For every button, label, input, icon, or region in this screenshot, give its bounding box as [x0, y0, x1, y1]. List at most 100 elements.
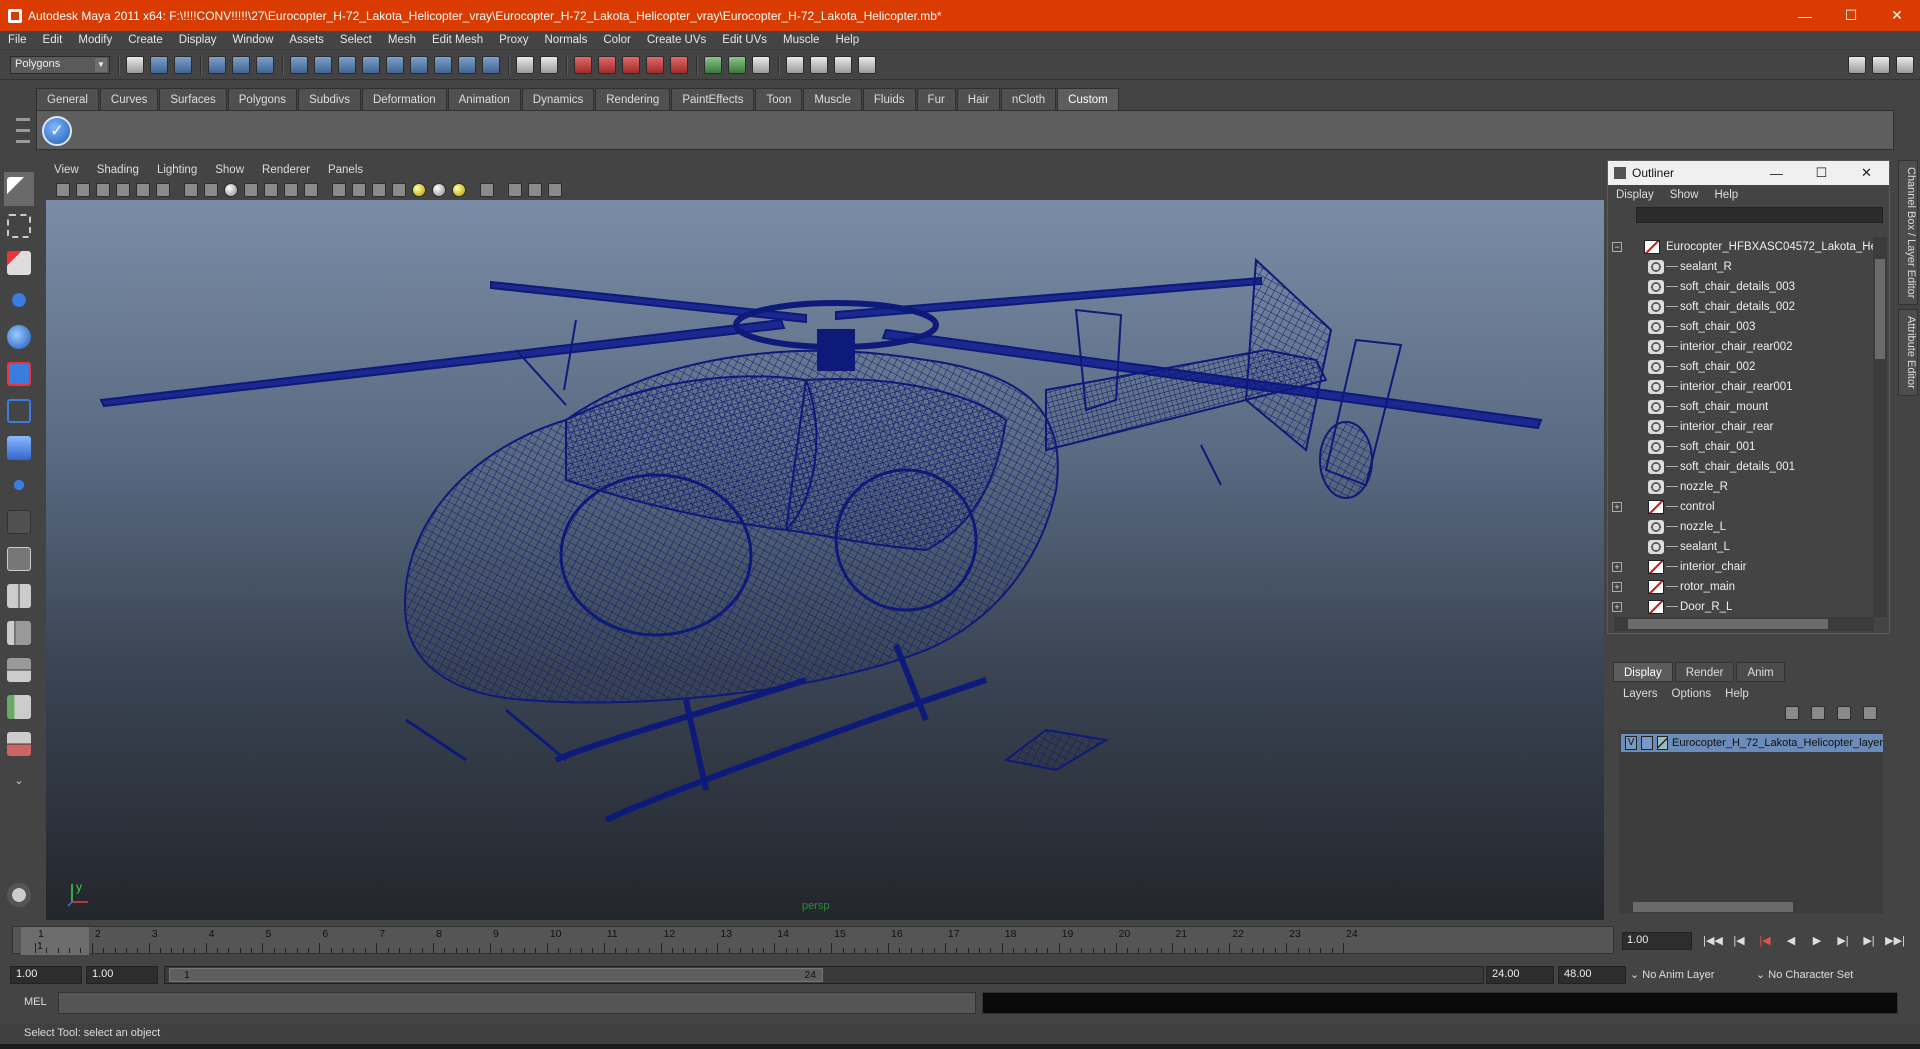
toggle-attribute-editor-icon[interactable] — [1848, 55, 1866, 74]
shelf-tab-animation[interactable]: Animation — [447, 88, 521, 110]
input-history-icon[interactable] — [704, 55, 722, 74]
outliner-maximize-button[interactable]: ☐ — [1799, 161, 1844, 185]
layout-outliner-graph[interactable] — [4, 727, 34, 761]
menu-edit-mesh[interactable]: Edit Mesh — [432, 34, 483, 46]
layout-single-pane[interactable] — [4, 542, 34, 576]
go-to-end-button[interactable]: ▶▶| — [1882, 932, 1908, 950]
scale-tool[interactable] — [4, 357, 34, 391]
menu-edit[interactable]: Edit — [43, 34, 63, 46]
close-button[interactable]: ✕ — [1874, 0, 1920, 31]
select-dynamics-icon[interactable] — [434, 55, 452, 74]
expand-icon[interactable]: + — [1612, 582, 1622, 592]
outliner-item[interactable]: + rotor_main — [1608, 577, 1874, 597]
snap-view-plane-icon[interactable] — [646, 55, 664, 74]
open-scene-icon[interactable] — [150, 55, 168, 74]
flat-shade-icon[interactable] — [352, 183, 366, 197]
outliner-item[interactable]: interior_chair_rear002 — [1608, 337, 1874, 357]
layer-menu-options[interactable]: Options — [1672, 688, 1712, 700]
viewport-menu-shading[interactable]: Shading — [97, 164, 139, 176]
manipulator-tool[interactable] — [4, 394, 34, 428]
start-time-field[interactable]: 1.00 — [10, 966, 82, 984]
shadows-icon[interactable] — [432, 183, 446, 197]
end-time-field[interactable]: 48.00 — [1558, 966, 1626, 984]
outliner-item[interactable]: nozzle_R — [1608, 477, 1874, 497]
new-empty-layer-icon[interactable] — [1837, 706, 1851, 720]
layer-menu-layers[interactable]: Layers — [1623, 688, 1658, 700]
menu-color[interactable]: Color — [603, 34, 630, 46]
render-view-icon[interactable] — [786, 55, 804, 74]
menu-help[interactable]: Help — [835, 34, 859, 46]
outliner-item[interactable]: interior_chair_rear — [1608, 417, 1874, 437]
menu-muscle[interactable]: Muscle — [783, 34, 819, 46]
image-plane-icon[interactable] — [116, 183, 130, 197]
range-slider-handle[interactable]: 1 24 — [169, 968, 823, 982]
expand-icon[interactable]: + — [1612, 602, 1622, 612]
resolution-gate-icon[interactable] — [156, 183, 170, 197]
viewport-menu-panels[interactable]: Panels — [328, 164, 363, 176]
new-scene-icon[interactable] — [126, 55, 144, 74]
shelf-tab-curves[interactable]: Curves — [99, 88, 159, 110]
select-misc-icon[interactable] — [482, 55, 500, 74]
construction-history-icon[interactable] — [752, 55, 770, 74]
highlight-selection-icon[interactable] — [540, 55, 558, 74]
cube-icon[interactable] — [332, 183, 346, 197]
shelf-options[interactable] — [14, 110, 32, 154]
tab-attribute-editor[interactable]: Attribute Editor — [1898, 309, 1918, 397]
frame-all-icon[interactable] — [508, 183, 522, 197]
current-frame-field[interactable]: 1.00 — [1622, 932, 1692, 950]
snap-curve-icon[interactable] — [598, 55, 616, 74]
menu-edit-uvs[interactable]: Edit UVs — [722, 34, 767, 46]
shelf-tab-toon[interactable]: Toon — [755, 88, 803, 110]
perspective-viewport[interactable]: y persp — [46, 200, 1604, 920]
shelf-tab-hair[interactable]: Hair — [956, 88, 1000, 110]
checker-icon[interactable] — [392, 183, 406, 197]
select-handles-icon[interactable] — [314, 55, 332, 74]
default-material-icon[interactable] — [372, 183, 386, 197]
maximize-button[interactable]: ☐ — [1828, 0, 1874, 31]
wireframe-icon[interactable] — [204, 183, 218, 197]
shelf-tab-custom[interactable]: Custom — [1057, 88, 1119, 110]
menu-window[interactable]: Window — [232, 34, 273, 46]
toggle-tool-settings-icon[interactable] — [1872, 55, 1890, 74]
save-scene-icon[interactable] — [174, 55, 192, 74]
shelf-tab-fur[interactable]: Fur — [916, 88, 956, 110]
go-to-start-button[interactable]: |◀◀ — [1700, 932, 1726, 950]
shelf-tab-deformation[interactable]: Deformation — [361, 88, 447, 110]
menu-mesh[interactable]: Mesh — [388, 34, 416, 46]
shelf-tab-ncloth[interactable]: nCloth — [1000, 88, 1057, 110]
select-joints-icon[interactable] — [338, 55, 356, 74]
playback-start-field[interactable]: 1.00 — [86, 966, 158, 984]
outliner-item[interactable]: soft_chair_002 — [1608, 357, 1874, 377]
layout-persp-outliner[interactable] — [4, 616, 34, 650]
bookmarks-icon[interactable] — [96, 183, 110, 197]
move-layer-down-icon[interactable] — [1811, 706, 1825, 720]
new-layer-selected-icon[interactable] — [1863, 706, 1877, 720]
outliner-item[interactable]: sealant_L — [1608, 537, 1874, 557]
time-slider[interactable]: 1 1 2 3 4 5 6 7 8 9 10 11 12 13 14 15 16 17 18 19 20 21 22 23 2… — [12, 926, 1614, 955]
outliner-item[interactable]: interior_chair_rear001 — [1608, 377, 1874, 397]
move-tool[interactable] — [4, 283, 34, 317]
shelf-tab-muscle[interactable]: Muscle — [803, 88, 862, 110]
frame-selection-icon[interactable] — [528, 183, 542, 197]
grid-icon[interactable] — [184, 183, 198, 197]
menu-normals[interactable]: Normals — [545, 34, 588, 46]
outliner-filter-input[interactable] — [1636, 207, 1883, 223]
select-object-icon[interactable] — [232, 55, 250, 74]
poly-count-toggle[interactable] — [4, 878, 34, 912]
isolate-select-icon[interactable] — [304, 183, 318, 197]
menu-create-uvs[interactable]: Create UVs — [647, 34, 706, 46]
character-set-dropdown[interactable]: ⌄ No Character Set — [1756, 966, 1892, 984]
outliner-item[interactable]: soft_chair_003 — [1608, 317, 1874, 337]
range-slider[interactable]: 1 24 — [164, 966, 1484, 984]
layer-row[interactable]: V Eurocopter_H_72_Lakota_Helicopter_laye… — [1621, 734, 1883, 752]
minimize-button[interactable]: — — [1782, 0, 1828, 31]
menu-proxy[interactable]: Proxy — [499, 34, 528, 46]
layout-expand[interactable]: ⌄ — [4, 764, 34, 798]
play-forwards-button[interactable]: ▶ — [1804, 932, 1830, 950]
output-history-icon[interactable] — [728, 55, 746, 74]
select-rendering-icon[interactable] — [458, 55, 476, 74]
make-live-icon[interactable] — [670, 55, 688, 74]
menu-create[interactable]: Create — [128, 34, 163, 46]
outliner-item[interactable]: + control — [1608, 497, 1874, 517]
layer-menu-help[interactable]: Help — [1725, 688, 1749, 700]
